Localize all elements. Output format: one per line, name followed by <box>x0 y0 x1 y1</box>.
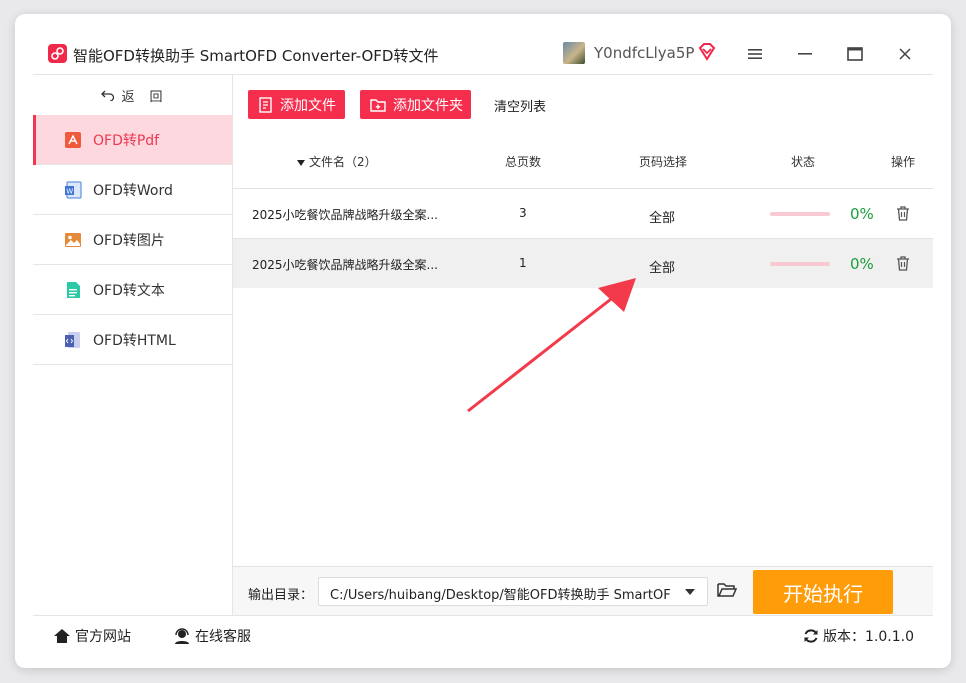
sidebar-item-label: OFD转HTML <box>93 332 176 349</box>
page-range-select[interactable]: 全部 <box>649 207 675 226</box>
output-dir-select[interactable]: C:/Users/huibang/Desktop/智能OFD转换助手 Smart… <box>318 577 708 606</box>
official-site-label: 官方网站 <box>75 629 131 645</box>
app-title: 智能OFD转换助手 SmartOFD Converter-OFD转文件 <box>73 47 439 65</box>
table-header: 文件名（2） 总页数 页码选择 状态 操作 <box>233 133 933 188</box>
clear-list-button[interactable]: 清空列表 <box>494 96 546 115</box>
output-bar: 输出目录： C:/Users/huibang/Desktop/智能OFD转换助手… <box>233 566 933 616</box>
home-icon <box>54 629 70 643</box>
version-label: 版本：1.0.1.0 <box>823 629 914 645</box>
add-file-icon <box>259 96 272 113</box>
progress-percent: 0% <box>850 255 874 273</box>
open-folder-icon[interactable] <box>717 581 738 599</box>
table-row[interactable]: 2025小吃餐饮品牌战略升级全案... 3 全部 0% <box>233 188 933 238</box>
chevron-down-icon <box>685 589 695 595</box>
output-dir-path: C:/Users/huibang/Desktop/智能OFD转换助手 Smart… <box>330 588 670 603</box>
toolbar: 添加文件 添加文件夹 清空列表 <box>233 75 933 133</box>
delete-icon[interactable] <box>895 255 911 271</box>
sidebar-item-ofd-to-word[interactable]: W OFD转Word <box>33 165 232 215</box>
back-button[interactable]: 返 回 <box>33 75 232 115</box>
progress-bar <box>770 212 830 216</box>
app-logo-icon <box>48 44 67 63</box>
word-icon: W <box>63 180 83 200</box>
sidebar-item-ofd-to-text[interactable]: OFD转文本 <box>33 265 232 315</box>
online-service-link[interactable]: 在线客服 <box>173 626 251 646</box>
vip-diamond-icon[interactable] <box>697 42 717 62</box>
column-header-action: 操作 <box>891 155 916 169</box>
official-site-link[interactable]: 官方网站 <box>53 626 131 646</box>
sidebar: 返 回 OFD转Pdf W OFD转Word OFD转图片 OFD转文本 OFD… <box>33 74 233 615</box>
sidebar-item-ofd-to-html[interactable]: OFD转HTML <box>33 315 232 365</box>
sidebar-item-label: OFD转Pdf <box>93 132 160 149</box>
output-dir-label: 输出目录： <box>248 588 314 603</box>
sidebar-item-ofd-to-image[interactable]: OFD转图片 <box>33 215 232 265</box>
text-icon <box>63 280 83 300</box>
add-file-button[interactable]: 添加文件 <box>248 90 345 119</box>
maximize-icon[interactable] <box>843 42 867 66</box>
pdf-icon <box>63 130 83 150</box>
page-count: 3 <box>519 206 527 220</box>
main-panel: 添加文件 添加文件夹 清空列表 文件名（2） 总页数 页码选择 状态 操作 20… <box>233 74 933 616</box>
image-icon <box>63 230 83 250</box>
column-header-page-range: 页码选择 <box>639 155 688 169</box>
page-count: 1 <box>519 256 527 270</box>
page-range-select[interactable]: 全部 <box>649 257 675 276</box>
sidebar-item-ofd-to-pdf[interactable]: OFD转Pdf <box>33 115 232 165</box>
footer: 官方网站 在线客服 版本：1.0.1.0 <box>33 615 933 652</box>
delete-icon[interactable] <box>895 205 911 221</box>
menu-icon[interactable] <box>743 42 767 66</box>
column-header-pages: 总页数 <box>505 155 542 169</box>
customer-service-icon <box>175 628 189 644</box>
column-header-label: 文件名（2） <box>309 155 377 169</box>
back-label: 返 回 <box>121 89 164 105</box>
add-folder-label: 添加文件夹 <box>393 97 463 114</box>
version-check[interactable]: 版本：1.0.1.0 <box>803 626 914 646</box>
sidebar-item-label: OFD转Word <box>93 182 173 199</box>
add-file-label: 添加文件 <box>280 97 336 114</box>
user-avatar[interactable] <box>563 42 585 64</box>
online-service-label: 在线客服 <box>195 629 251 645</box>
add-folder-icon <box>370 98 386 112</box>
sort-caret-icon <box>297 159 305 166</box>
title-bar: 智能OFD转换助手 SmartOFD Converter-OFD转文件 Y0nd… <box>15 14 951 74</box>
back-arrow-icon <box>101 90 115 101</box>
close-icon[interactable] <box>893 42 917 66</box>
sidebar-item-label: OFD转文本 <box>93 282 165 299</box>
html-icon <box>63 330 83 350</box>
svg-text:W: W <box>66 187 73 195</box>
column-header-filename[interactable]: 文件名（2） <box>297 153 377 170</box>
progress-bar <box>770 262 830 266</box>
progress-percent: 0% <box>850 205 874 223</box>
minimize-icon[interactable] <box>793 42 817 66</box>
column-header-status: 状态 <box>791 155 816 169</box>
user-name[interactable]: Y0ndfcLlya5P <box>594 44 694 62</box>
file-name: 2025小吃餐饮品牌战略升级全案... <box>252 208 438 222</box>
sidebar-item-label: OFD转图片 <box>93 232 165 249</box>
refresh-icon <box>804 629 818 643</box>
start-button[interactable]: 开始执行 <box>753 570 893 614</box>
add-folder-button[interactable]: 添加文件夹 <box>360 90 471 119</box>
file-name: 2025小吃餐饮品牌战略升级全案... <box>252 258 438 272</box>
app-window: 智能OFD转换助手 SmartOFD Converter-OFD转文件 Y0nd… <box>15 14 951 668</box>
table-row[interactable]: 2025小吃餐饮品牌战略升级全案... 1 全部 0% <box>233 238 933 288</box>
